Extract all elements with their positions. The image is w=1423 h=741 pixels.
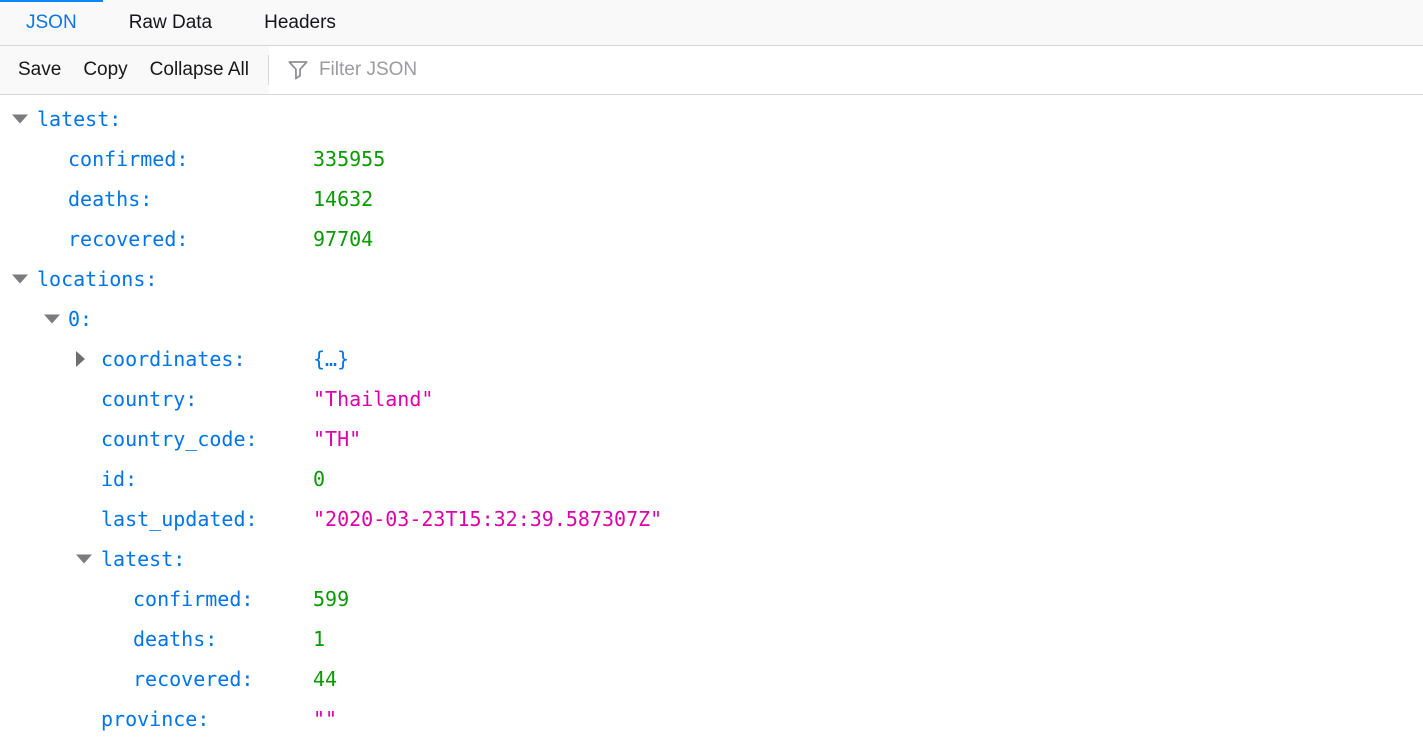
json-value: 97704 [313,219,373,259]
json-row: recovered: 44 [0,659,1423,699]
funnel-icon [287,59,309,81]
json-key: confirmed: [68,139,188,179]
json-row: confirmed: 599 [0,579,1423,619]
json-value: "" [313,699,337,739]
json-row: coordinates: {…} [0,339,1423,379]
json-value: 44 [313,659,337,699]
json-value: 1 [313,619,325,659]
json-key[interactable]: 0: [68,299,92,339]
collapse-arrow-icon[interactable] [12,115,28,124]
json-key: province: [101,699,209,739]
collapse-all-button[interactable]: Collapse All [139,59,260,81]
json-row: latest: [0,99,1423,139]
copy-button[interactable]: Copy [72,59,138,81]
json-tree: latest:confirmed:335955deaths:14632recov… [0,95,1423,739]
json-value: 14632 [313,179,373,219]
json-value: 335955 [313,139,385,179]
json-value: "TH" [313,419,361,459]
tab-json[interactable]: JSON [0,0,103,45]
json-value: "Thailand" [313,379,433,419]
json-key[interactable]: latest: [37,99,121,139]
expand-arrow-icon[interactable] [76,351,85,367]
json-key: recovered: [68,219,188,259]
json-value: 599 [313,579,349,619]
collapse-arrow-icon[interactable] [12,275,28,284]
json-row: id: 0 [0,459,1423,499]
json-row: country_code: "TH" [0,419,1423,459]
json-value: 0 [313,459,325,499]
json-toolbar: Save Copy Collapse All [0,46,1423,95]
response-tabbar: JSON Raw Data Headers [0,0,1423,46]
json-row: deaths: 1 [0,619,1423,659]
json-key[interactable]: latest: [101,539,185,579]
json-key[interactable]: locations: [37,259,157,299]
json-key: id: [101,459,137,499]
json-key: confirmed: [133,579,253,619]
json-value: "2020-03-23T15:32:39.587307Z" [313,499,662,539]
json-key: deaths: [68,179,152,219]
filter-json-input[interactable] [319,59,1423,81]
json-row: 0: [0,299,1423,339]
collapsed-object-placeholder[interactable]: {…} [313,339,349,379]
collapse-arrow-icon[interactable] [44,315,60,324]
json-row: confirmed: 335955 [0,139,1423,179]
json-row: province: "" [0,699,1423,739]
save-button[interactable]: Save [7,59,72,81]
json-row: country: "Thailand" [0,379,1423,419]
json-key: country_code: [101,419,258,459]
json-row: recovered: 97704 [0,219,1423,259]
filter-box [269,46,1423,94]
collapse-arrow-icon[interactable] [76,555,92,564]
tab-raw-data[interactable]: Raw Data [103,0,238,45]
json-row: last_updated: "2020-03-23T15:32:39.587307… [0,499,1423,539]
json-key: country: [101,379,197,419]
json-row: latest: [0,539,1423,579]
json-key[interactable]: coordinates: [101,339,246,379]
json-row: locations: [0,259,1423,299]
tab-headers[interactable]: Headers [238,0,362,45]
json-key: deaths: [133,619,217,659]
json-key: last_updated: [101,499,258,539]
json-row: deaths: 14632 [0,179,1423,219]
json-key: recovered: [133,659,253,699]
